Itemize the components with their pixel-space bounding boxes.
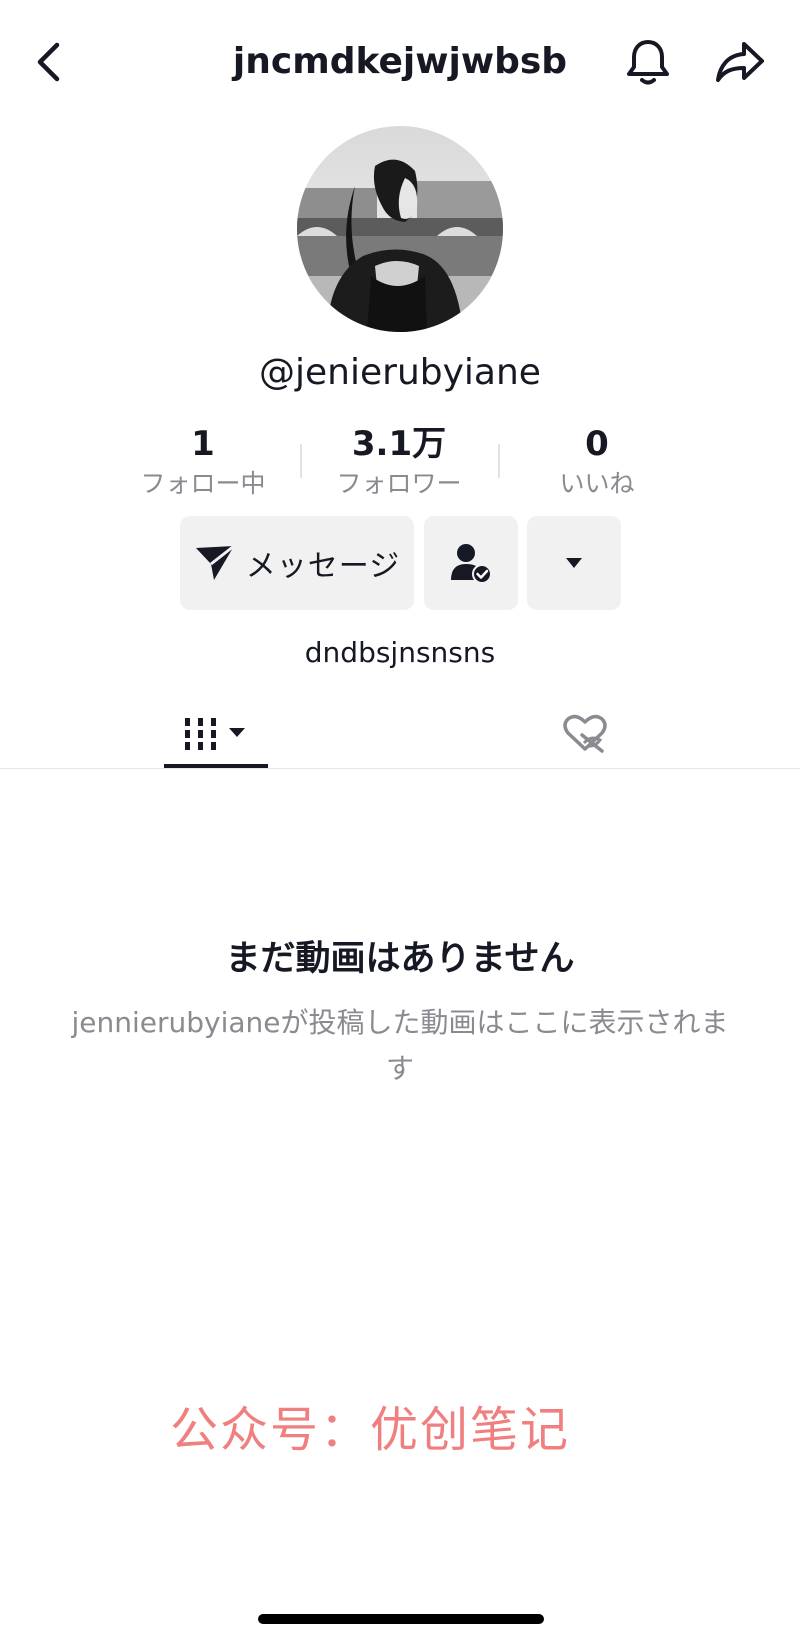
bell-icon: [627, 40, 669, 85]
profile-bio: dndbsjnsnsns: [304, 636, 496, 669]
stat-following-value: 1: [191, 424, 215, 464]
stat-followers-value: 3.1万: [351, 424, 447, 464]
stat-likes-value: 0: [585, 424, 609, 464]
tab-videos[interactable]: [164, 700, 268, 768]
stat-following[interactable]: 1 フォロー中: [103, 422, 303, 502]
home-indicator[interactable]: [258, 1614, 544, 1624]
share-icon: [716, 42, 764, 82]
send-icon: [195, 544, 235, 580]
message-button-label: メッセージ: [245, 549, 401, 584]
message-button[interactable]: メッセージ: [180, 516, 414, 610]
avatar[interactable]: [297, 126, 503, 332]
notification-button[interactable]: [620, 34, 676, 90]
friend-button[interactable]: [424, 516, 518, 610]
back-button[interactable]: [26, 36, 70, 88]
caret-down-icon: [566, 558, 582, 568]
stat-followers-label: フォロワー: [336, 469, 462, 498]
page-title: jncmdkejwjwbsb: [232, 41, 568, 82]
stat-followers[interactable]: 3.1万 フォロワー: [299, 422, 499, 502]
tab-liked[interactable]: [540, 700, 630, 766]
heart-hidden-icon: [563, 714, 607, 753]
share-button[interactable]: [712, 34, 768, 90]
chevron-left-icon: [37, 42, 60, 82]
empty-state-title: まだ動画はありません: [225, 939, 575, 979]
watermark-text: 公众号：优创笔记: [170, 1402, 571, 1458]
user-check-icon: [451, 544, 492, 584]
stat-likes[interactable]: 0 いいね: [497, 422, 697, 502]
profile-handle: @jenierubyiane: [259, 352, 541, 393]
tab-bar-divider: [0, 768, 800, 769]
empty-state-subtitle: jennierubyianeが投稿した動画はここに表示されます: [71, 1006, 729, 1085]
grid-icon: [185, 718, 245, 750]
stat-likes-label: いいね: [559, 469, 635, 498]
more-options-button[interactable]: [527, 516, 621, 610]
stat-following-label: フォロー中: [140, 469, 266, 498]
